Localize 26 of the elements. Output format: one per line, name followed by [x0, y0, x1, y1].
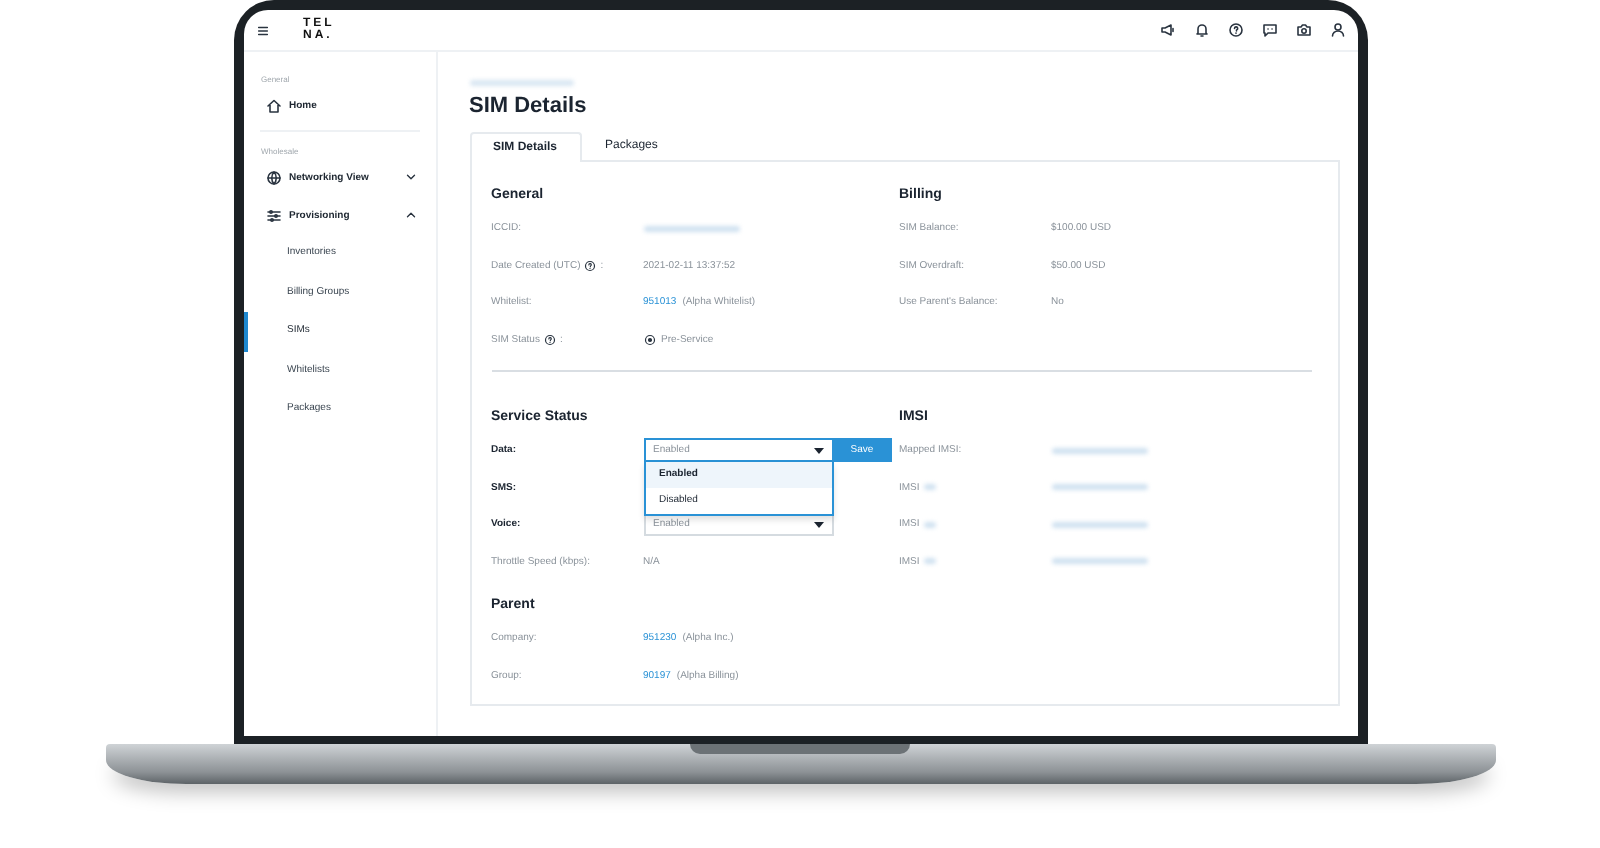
redacted-value: [643, 225, 739, 232]
redacted-value: [1051, 447, 1147, 454]
bell-icon: [1193, 22, 1209, 38]
chat-icon: [1261, 22, 1277, 38]
chevron-down-icon: [403, 170, 417, 184]
redacted-value: [1051, 558, 1147, 565]
redacted-value: [1051, 521, 1147, 528]
home-icon: [265, 97, 281, 113]
help-icon: [1227, 22, 1243, 38]
menu-icon: [255, 23, 269, 37]
camera-icon: [1295, 22, 1311, 38]
megaphone-icon: [1159, 22, 1175, 38]
redacted-value: [1051, 484, 1147, 491]
sliders-icon: [265, 207, 281, 223]
help-icon: [543, 333, 556, 346]
redacted-value: [923, 484, 936, 491]
help-icon: [584, 259, 597, 272]
globe-icon: [265, 169, 281, 185]
page-title: SIM Details: [469, 94, 589, 118]
redacted-value: [923, 521, 936, 528]
caret-icon: [813, 447, 823, 454]
user-icon: [1329, 22, 1345, 38]
status-icon: [643, 333, 655, 346]
caret-icon: [813, 521, 823, 528]
redacted-value: [923, 558, 936, 565]
chevron-up-icon: [403, 208, 417, 222]
